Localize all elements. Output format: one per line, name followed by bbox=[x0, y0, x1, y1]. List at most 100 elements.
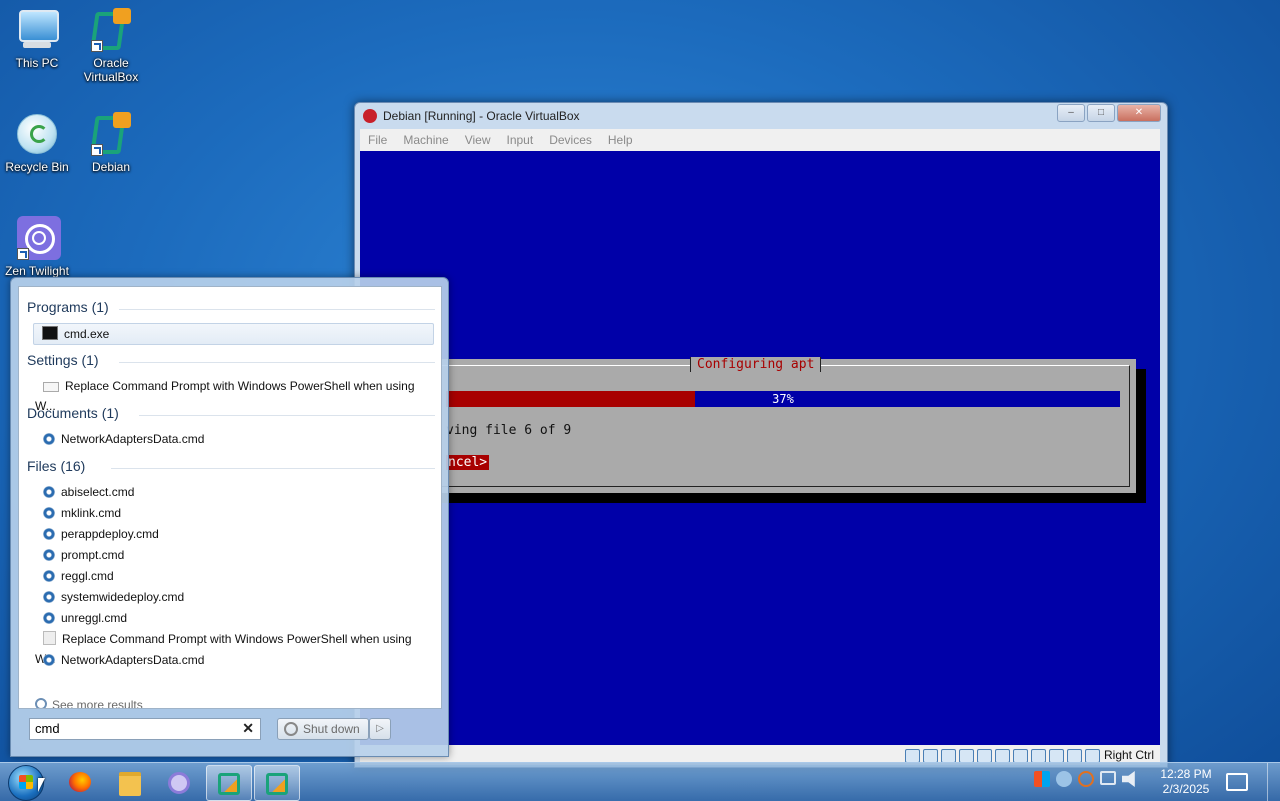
script-gear-icon bbox=[43, 570, 55, 582]
see-more-results-link[interactable]: See more results bbox=[35, 698, 143, 708]
menu-input[interactable]: Input bbox=[499, 129, 542, 151]
clear-search-icon[interactable]: ✕ bbox=[242, 720, 254, 737]
network-tray-icon[interactable] bbox=[1100, 771, 1116, 785]
desktop-icon-label: Zen Twilight bbox=[5, 264, 69, 278]
script-gear-icon bbox=[43, 507, 55, 519]
menu-machine[interactable]: Machine bbox=[395, 129, 456, 151]
keyboard-icon[interactable] bbox=[1085, 749, 1100, 763]
vm-display[interactable]: Configuring apt 37% ving file 6 of 9 nce… bbox=[360, 151, 1160, 745]
cancel-button[interactable]: ncel> bbox=[446, 455, 490, 470]
result-file-systemwidedeploy[interactable]: systemwidedeploy.cmd bbox=[35, 587, 435, 607]
taskbar-zen-browser[interactable] bbox=[156, 765, 200, 799]
desktop-icon-recycle-bin[interactable]: Recycle Bin bbox=[1, 112, 73, 174]
show-desktop-button[interactable] bbox=[1267, 763, 1280, 801]
host-key-label: Right Ctrl bbox=[1103, 748, 1154, 762]
dialog-status-text: ving file 6 of 9 bbox=[446, 423, 572, 438]
notification-icon[interactable] bbox=[1226, 773, 1248, 791]
shared-folders-icon[interactable] bbox=[995, 749, 1010, 763]
minimize-button[interactable]: – bbox=[1057, 104, 1085, 122]
cpu-icon[interactable] bbox=[1049, 749, 1064, 763]
search-input[interactable] bbox=[35, 719, 235, 737]
settings-icon bbox=[43, 382, 59, 392]
window-title: Debian [Running] - Oracle VirtualBox bbox=[383, 109, 580, 123]
taskbar-virtualbox-debian[interactable] bbox=[254, 765, 300, 801]
hard-disk-icon[interactable] bbox=[905, 749, 920, 763]
close-button[interactable]: ✕ bbox=[1117, 104, 1161, 122]
firefox-icon bbox=[69, 772, 91, 792]
network-icon[interactable] bbox=[959, 749, 974, 763]
zen-browser-icon bbox=[15, 216, 61, 260]
result-label: NetworkAdaptersData.cmd bbox=[61, 653, 205, 667]
result-file-abiselect[interactable]: abiselect.cmd bbox=[35, 482, 435, 502]
result-label: cmd.exe bbox=[64, 327, 110, 341]
result-document-networkadapters[interactable]: NetworkAdaptersData.cmd bbox=[35, 429, 435, 449]
result-label: systemwidedeploy.cmd bbox=[61, 590, 185, 604]
display-icon[interactable] bbox=[1013, 749, 1028, 763]
desktop-icon-zen-twilight[interactable]: Zen Twilight bbox=[1, 216, 73, 278]
dialog-title: Configuring apt bbox=[690, 357, 822, 372]
virtualbox-icon bbox=[89, 112, 133, 156]
menu-devices[interactable]: Devices bbox=[541, 129, 600, 151]
document-icon bbox=[43, 631, 56, 645]
search-tray-icon[interactable] bbox=[1078, 771, 1094, 787]
group-header-programs: Programs (1) bbox=[27, 299, 109, 315]
search-results-panel: Programs (1) cmd.exe Settings (1) Replac… bbox=[18, 286, 442, 709]
virtualbox-window[interactable]: Debian [Running] - Oracle VirtualBox – □… bbox=[354, 102, 1168, 768]
virtualbox-icon bbox=[89, 8, 133, 52]
result-file-unreggl[interactable]: unreggl.cmd bbox=[35, 608, 435, 628]
result-label: perappdeploy.cmd bbox=[61, 527, 159, 541]
clock[interactable]: 12:28 PM 2/3/2025 bbox=[1160, 767, 1212, 797]
usb-icon[interactable] bbox=[977, 749, 992, 763]
users-tray-icon[interactable] bbox=[1056, 771, 1072, 787]
result-file-prompt[interactable]: prompt.cmd bbox=[35, 545, 435, 565]
menu-view[interactable]: View bbox=[457, 129, 499, 151]
optical-drive-icon[interactable] bbox=[923, 749, 938, 763]
result-file-reggl[interactable]: reggl.cmd bbox=[35, 566, 435, 586]
maximize-button[interactable]: □ bbox=[1087, 104, 1115, 122]
script-gear-icon bbox=[43, 528, 55, 540]
audio-icon[interactable] bbox=[941, 749, 956, 763]
result-file-networkadapters[interactable]: NetworkAdaptersData.cmd bbox=[35, 650, 435, 670]
taskbar-file-explorer[interactable] bbox=[108, 765, 152, 799]
script-gear-icon bbox=[43, 486, 55, 498]
virtualbox-icon bbox=[363, 109, 377, 123]
virtualbox-icon bbox=[266, 773, 288, 795]
result-file-mklink[interactable]: mklink.cmd bbox=[35, 503, 435, 523]
progress-label: 37% bbox=[772, 392, 794, 406]
desktop-icon-oracle-virtualbox[interactable]: Oracle VirtualBox bbox=[75, 8, 147, 84]
result-label: mklink.cmd bbox=[61, 506, 122, 520]
script-gear-icon bbox=[43, 433, 55, 445]
start-search-box[interactable]: ✕ bbox=[29, 718, 261, 740]
start-menu: Programs (1) cmd.exe Settings (1) Replac… bbox=[10, 277, 449, 757]
menu-help[interactable]: Help bbox=[600, 129, 641, 151]
result-file-powershell-doc[interactable]: Replace Command Prompt with Windows Powe… bbox=[35, 629, 435, 666]
mouse-integration-icon[interactable] bbox=[1067, 749, 1082, 763]
result-cmd-exe[interactable]: cmd.exe bbox=[33, 323, 434, 345]
result-label: unreggl.cmd bbox=[61, 611, 128, 625]
desktop-icon-this-pc[interactable]: This PC bbox=[1, 8, 73, 70]
taskbar: 12:28 PM 2/3/2025 bbox=[0, 762, 1280, 801]
result-label: prompt.cmd bbox=[61, 548, 125, 562]
windows-flag-tray-icon[interactable] bbox=[1034, 771, 1050, 787]
shutdown-button[interactable]: Shut down bbox=[277, 718, 369, 740]
desktop-icon-debian[interactable]: Debian bbox=[75, 112, 147, 174]
zen-browser-icon bbox=[168, 772, 190, 794]
result-file-perappdeploy[interactable]: perappdeploy.cmd bbox=[35, 524, 435, 544]
taskbar-virtualbox-manager[interactable] bbox=[206, 765, 252, 801]
chevron-right-icon: ▷ bbox=[376, 723, 384, 734]
window-titlebar[interactable]: Debian [Running] - Oracle VirtualBox – □… bbox=[355, 103, 1167, 129]
virtualbox-icon bbox=[218, 773, 240, 795]
windows-logo-icon bbox=[19, 775, 33, 789]
clock-time: 12:28 PM bbox=[1160, 767, 1212, 781]
progress-bar: 37% bbox=[446, 391, 1120, 407]
desktop-icon-label: Recycle Bin bbox=[5, 160, 69, 174]
taskbar-firefox[interactable] bbox=[58, 765, 102, 799]
shutdown-options-button[interactable]: ▷ bbox=[369, 718, 391, 740]
recording-icon[interactable] bbox=[1031, 749, 1046, 763]
search-icon bbox=[35, 698, 47, 708]
volume-muted-icon[interactable] bbox=[1122, 771, 1135, 787]
desktop-icon-label: This PC bbox=[15, 56, 59, 70]
script-gear-icon bbox=[43, 612, 55, 624]
result-setting-powershell[interactable]: Replace Command Prompt with Windows Powe… bbox=[35, 376, 435, 413]
menu-file[interactable]: File bbox=[360, 129, 395, 151]
